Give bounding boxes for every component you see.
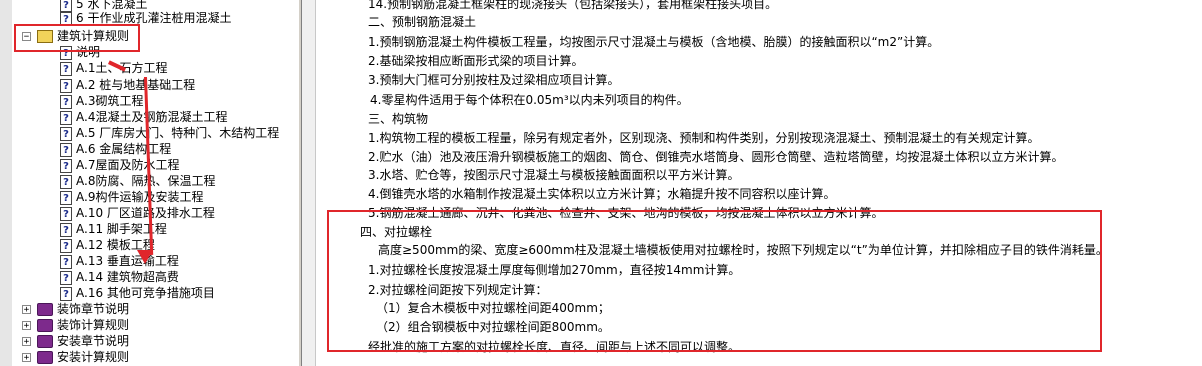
highlight-box-tree — [14, 24, 140, 52]
help-doc-icon: ? — [60, 270, 72, 285]
tree-item[interactable]: + 安装计算规则 — [22, 349, 129, 365]
tree-item-label: A.5 厂库房大门、特种门、木结构工程 — [76, 126, 280, 140]
help-doc-icon: ? — [60, 254, 72, 269]
tree-item-label: A.3砌筑工程 — [76, 94, 144, 108]
tree-item[interactable]: ? A.8防腐、隔热、保温工程 — [60, 173, 215, 189]
help-doc-icon: ? — [60, 222, 72, 237]
expand-icon[interactable]: + — [22, 321, 31, 331]
tree-item[interactable]: ? A.7屋面及防水工程 — [60, 157, 179, 173]
content-line: 1.预制钢筋混凝土构件模板工程量，均按图示尺寸混凝土与模板（含地模、胎膜）的接触… — [368, 35, 940, 49]
help-doc-icon: ? — [60, 126, 72, 141]
tree-item-label: A.2 桩与地基基础工程 — [76, 78, 196, 92]
tree-item-label: A.4混凝土及钢筋混凝土工程 — [76, 110, 228, 124]
content-scrollbar[interactable] — [302, 0, 316, 366]
help-doc-icon: ? — [60, 142, 72, 157]
tree-item-label: A.13 垂直运输工程 — [76, 254, 179, 268]
tree-item[interactable]: ? A.5 厂库房大门、特种门、木结构工程 — [60, 125, 279, 141]
tree-item-label: 装饰计算规则 — [57, 318, 130, 332]
tree-item[interactable]: + 装饰计算规则 — [22, 317, 129, 333]
left-edge-strip — [0, 0, 12, 366]
content-line: 2.基础梁按相应断面形式梁的项目计算。 — [368, 54, 584, 68]
content-line: 4.零星构件适用于每个体积在0.05m³以内未列项目的构件。 — [370, 93, 689, 107]
book-icon — [37, 335, 53, 348]
tree-item[interactable]: ? A.14 建筑物超高费 — [60, 269, 179, 285]
tree-item-label: A.8防腐、隔热、保温工程 — [76, 174, 216, 188]
tree-item-label: 安装计算规则 — [57, 350, 130, 364]
tree-item[interactable]: ? A.2 桩与地基基础工程 — [60, 77, 195, 93]
tree-item-label: 安装章节说明 — [57, 334, 130, 348]
arrow-head-icon — [137, 250, 153, 264]
content-line: 3.水塔、贮仓等，按图示尺寸混凝土与模板接触面面积以平方米计算。 — [368, 168, 740, 182]
tree-item[interactable]: + 装饰章节说明 — [22, 301, 129, 317]
tree-item-label: A.6 金属结构工程 — [76, 142, 172, 156]
tree-item-label: 6 干作业成孔灌注桩用混凝土 — [76, 11, 232, 25]
content-line: 三、构筑物 — [368, 112, 429, 126]
tree-item-label: A.7屋面及防水工程 — [76, 158, 180, 172]
help-doc-icon: ? — [60, 78, 72, 93]
help-doc-icon: ? — [60, 61, 72, 76]
tree-item[interactable]: ? A.6 金属结构工程 — [60, 141, 171, 157]
tree-item[interactable]: ? A.4混凝土及钢筋混凝土工程 — [60, 109, 227, 125]
help-doc-icon: ? — [60, 190, 72, 205]
tree-item[interactable]: ? A.16 其他可竞争措施项目 — [60, 285, 215, 301]
tree-item-label: A.11 脚手架工程 — [76, 222, 167, 236]
content-line: 1.构筑物工程的模板工程量，除另有规定者外，区别现浇、预制和构件类别，分别按现浇… — [368, 131, 1040, 145]
tree-item-label: A.14 建筑物超高费 — [76, 270, 179, 284]
tree-item-label: A.16 其他可竞争措施项目 — [76, 286, 215, 300]
content-line: 3.预制大门框可分别按柱及过梁相应项目计算。 — [368, 73, 620, 87]
help-doc-icon: ? — [60, 238, 72, 253]
chapter-tree[interactable]: ?5 水下混凝土?6 干作业成孔灌注桩用混凝土−建筑计算规则?说明?A.1土、石… — [12, 0, 298, 366]
book-icon — [37, 303, 53, 316]
expand-icon[interactable]: + — [22, 305, 31, 315]
expand-icon[interactable]: + — [22, 337, 31, 347]
tree-item-label: A.10 厂区道路及排水工程 — [76, 206, 215, 220]
help-doc-icon: ? — [60, 110, 72, 125]
tree-item[interactable]: ? A.13 垂直运输工程 — [60, 253, 179, 269]
tree-item-label: A.9构件运输及安装工程 — [76, 190, 204, 204]
help-doc-icon: ? — [60, 94, 72, 109]
help-doc-icon: ? — [60, 206, 72, 221]
content-line: 二、预制钢筋混凝土 — [368, 15, 477, 29]
content-line: 4.倒锥壳水塔的水箱制作按混凝土实体积以立方米计算；水箱提升按不同容积以座计算。 — [368, 187, 836, 201]
expand-icon[interactable]: + — [22, 353, 31, 363]
book-icon — [37, 351, 53, 364]
help-doc-icon: ? — [60, 158, 72, 173]
book-icon — [37, 319, 53, 332]
tree-item-label: 装饰章节说明 — [57, 302, 130, 316]
help-doc-icon: ? — [60, 174, 72, 189]
tree-item[interactable]: ? A.10 厂区道路及排水工程 — [60, 205, 215, 221]
content-line: 14.预制钢筋混凝土框架柱的现浇接头（包括梁接头），套用框架柱接头项目。 — [368, 0, 778, 11]
tree-item[interactable]: ? A.3砌筑工程 — [60, 93, 143, 109]
tree-item[interactable]: ? A.9构件运输及安装工程 — [60, 189, 203, 205]
content-line: 2.贮水（油）池及液压滑升钢模板施工的烟囱、筒仓、倒锥壳水塔筒身、圆形仓筒壁、造… — [368, 150, 1064, 164]
highlight-box-content — [327, 210, 1102, 352]
help-doc-icon: ? — [60, 286, 72, 301]
tree-item[interactable]: + 安装章节说明 — [22, 333, 129, 349]
